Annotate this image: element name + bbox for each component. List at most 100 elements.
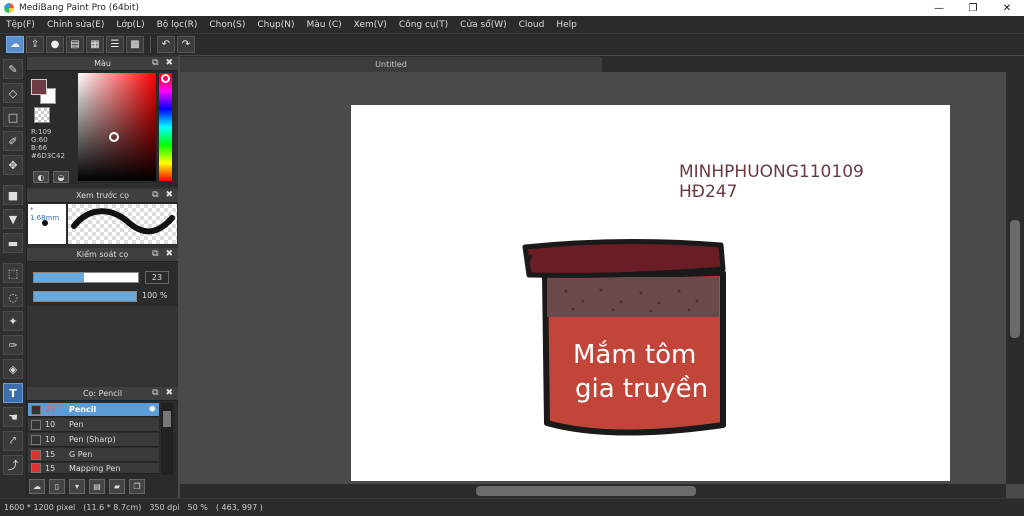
red-value: R:109	[31, 128, 52, 136]
brush-size-value[interactable]: 23	[145, 271, 169, 284]
menu-filter[interactable]: Bộ lọc(R)	[157, 20, 198, 30]
artwork-text-line1: MINHPHUONG110109	[679, 162, 864, 182]
scrollbar-thumb[interactable]	[163, 411, 171, 427]
panel-close-icon[interactable]: ⧉ ✖	[152, 58, 175, 68]
rectangle-tool-icon[interactable]: □	[3, 107, 23, 127]
select-eraser-tool-icon[interactable]: ◈	[3, 359, 23, 379]
select-rect-tool-icon[interactable]: ⬚	[3, 263, 23, 283]
select-pen-tool-icon[interactable]: ✑	[3, 335, 23, 355]
new-brush-icon[interactable]: ▯	[49, 478, 65, 494]
gradient-tool-icon[interactable]: ▬	[3, 233, 23, 253]
brush-item-pen-sharp[interactable]: 10 Pen (Sharp)	[28, 433, 159, 447]
menu-snap[interactable]: Chụp(N)	[257, 20, 294, 30]
hand-tool-icon[interactable]: ☚	[3, 407, 23, 427]
panel-close-icon[interactable]: ⧉ ✖	[152, 190, 175, 200]
brush-control-panel: Kiểm soát cọ ⧉ ✖ 23 100 %	[27, 248, 178, 306]
status-pixels: 1600 * 1200 pixel	[4, 503, 76, 512]
brush-size-slider[interactable]	[33, 272, 139, 283]
canvas-vertical-scrollbar[interactable]	[1006, 72, 1024, 484]
eyedropper-alt-tool-icon[interactable]: ⤴	[3, 455, 23, 475]
grid-icon[interactable]: ▩	[126, 36, 144, 53]
panel-close-icon[interactable]: ⧉ ✖	[152, 388, 175, 398]
hue-slider-handle[interactable]	[161, 74, 170, 83]
brush-item-pencil[interactable]: 23 Pencil ✺	[28, 403, 159, 417]
canvas-horizontal-scrollbar[interactable]	[180, 484, 1006, 498]
rgb-readout: R:109 G:60 B:66 #6D3C42	[31, 128, 65, 160]
duplicate-icon[interactable]: ❐	[129, 478, 145, 494]
menu-view[interactable]: Xem(V)	[354, 20, 387, 30]
blue-value: B:66	[31, 144, 48, 152]
menu-layer[interactable]: Lớp(L)	[116, 20, 144, 30]
brush-item-g-pen[interactable]: 15 G Pen	[28, 448, 159, 462]
brush-list-scrollbar[interactable]	[161, 403, 173, 475]
brush-preview-title: Xem trước cọ	[75, 191, 129, 200]
foreground-color-swatch[interactable]	[31, 79, 47, 95]
chat-icon[interactable]: ▤	[66, 36, 84, 53]
brush-item-pen[interactable]: 10 Pen	[28, 418, 159, 432]
menu-tools[interactable]: Công cụ(T)	[399, 20, 448, 30]
brush-control-header: Kiểm soát cọ ⧉ ✖	[27, 248, 178, 262]
share-icon[interactable]: ⇪	[26, 36, 44, 53]
menu-color[interactable]: Màu (C)	[307, 20, 342, 30]
panel-close-icon[interactable]: ⧉ ✖	[152, 249, 175, 259]
artwork-text-line2: HĐ247	[679, 182, 737, 202]
menu-file[interactable]: Tệp(F)	[6, 20, 35, 30]
undo-icon[interactable]: ↶	[157, 36, 175, 53]
minimize-button[interactable]: —	[922, 0, 956, 16]
menu-help[interactable]: Help	[556, 20, 577, 30]
drawing-canvas[interactable]: MINHPHUONG110109 HĐ247 Mắm tôm gia truyề…	[351, 105, 950, 481]
fill-rect-tool-icon[interactable]: ■	[3, 185, 23, 205]
brush-cloud-icon[interactable]: ☁	[29, 478, 45, 494]
menu-cloud[interactable]: Cloud	[519, 20, 545, 30]
comment-icon[interactable]: ●	[46, 36, 64, 53]
status-dpi: 350 dpi	[149, 503, 180, 512]
folder-icon[interactable]: ▰	[109, 478, 125, 494]
brush-size: 10	[45, 435, 56, 444]
bucket-tool-icon[interactable]: ▼	[3, 209, 23, 229]
side-panels: Màu ⧉ ✖ R:109 G:60 B:66 #6D3C42 ◐ ◒ Xem …	[27, 55, 178, 498]
dot-brush-tool-icon[interactable]: ✐	[3, 131, 23, 151]
title-bar: MediBang Paint Pro (64bit) — ❐ ✕	[0, 0, 1024, 16]
jar-label-line2: gia truyền	[575, 374, 708, 404]
move-tool-icon[interactable]: ✥	[3, 155, 23, 175]
transparent-color-swatch[interactable]	[34, 107, 50, 123]
status-coords: ( 463, 997 )	[215, 503, 263, 512]
vertical-scroll-thumb[interactable]	[1010, 220, 1020, 338]
text-tool-icon[interactable]: T	[3, 383, 23, 403]
palette-icon[interactable]: ◐	[33, 171, 49, 183]
color-panel-header: Màu ⧉ ✖	[27, 57, 178, 71]
document-tab[interactable]: Untitled	[180, 57, 602, 72]
opacity-slider[interactable]	[33, 291, 137, 302]
cloud-icon[interactable]: ☁	[6, 36, 24, 53]
brush-name: Pen	[69, 420, 84, 429]
saturation-value-picker[interactable]	[78, 73, 156, 181]
close-button[interactable]: ✕	[990, 0, 1024, 16]
add-brush-icon[interactable]: ▾	[69, 478, 85, 494]
eyedropper-tool-icon[interactable]: ⤤	[3, 431, 23, 451]
hue-slider[interactable]	[159, 73, 172, 181]
hex-value: #6D3C42	[31, 152, 65, 160]
color-swap-icon[interactable]: ◒	[53, 171, 69, 183]
maximize-button[interactable]: ❐	[956, 0, 990, 16]
brush-item-mapping-pen[interactable]: 15 Mapping Pen	[28, 463, 159, 474]
redo-icon[interactable]: ↷	[177, 36, 195, 53]
tool-palette: ✎ ◇ □ ✐ ✥ ■ ▼ ▬ ⬚ ◌ ✦ ✑ ◈ T ☚ ⤤ ⤴	[0, 55, 27, 498]
brush-tool-icon[interactable]: ✎	[3, 59, 23, 79]
gear-icon[interactable]: ✺	[148, 405, 156, 415]
document-icon[interactable]: ▦	[86, 36, 104, 53]
horizontal-scroll-thumb[interactable]	[476, 486, 696, 496]
document-tab-bar: Untitled	[180, 56, 1024, 72]
eraser-tool-icon[interactable]: ◇	[3, 83, 23, 103]
jar-illustration: Mắm tôm gia truyền	[522, 238, 726, 436]
brush-tip-dot	[42, 220, 48, 226]
brush-color-swatch	[31, 404, 41, 415]
lasso-tool-icon[interactable]: ◌	[3, 287, 23, 307]
brush-settings-icon[interactable]: ▤	[89, 478, 105, 494]
brush-color-swatch	[31, 434, 41, 445]
list-icon[interactable]: ☰	[106, 36, 124, 53]
menu-select[interactable]: Chọn(S)	[209, 20, 245, 30]
color-picker-cursor[interactable]	[109, 132, 119, 142]
magic-wand-tool-icon[interactable]: ✦	[3, 311, 23, 331]
menu-edit[interactable]: Chỉnh sửa(E)	[47, 20, 104, 30]
menu-window[interactable]: Cửa sổ(W)	[460, 20, 506, 30]
